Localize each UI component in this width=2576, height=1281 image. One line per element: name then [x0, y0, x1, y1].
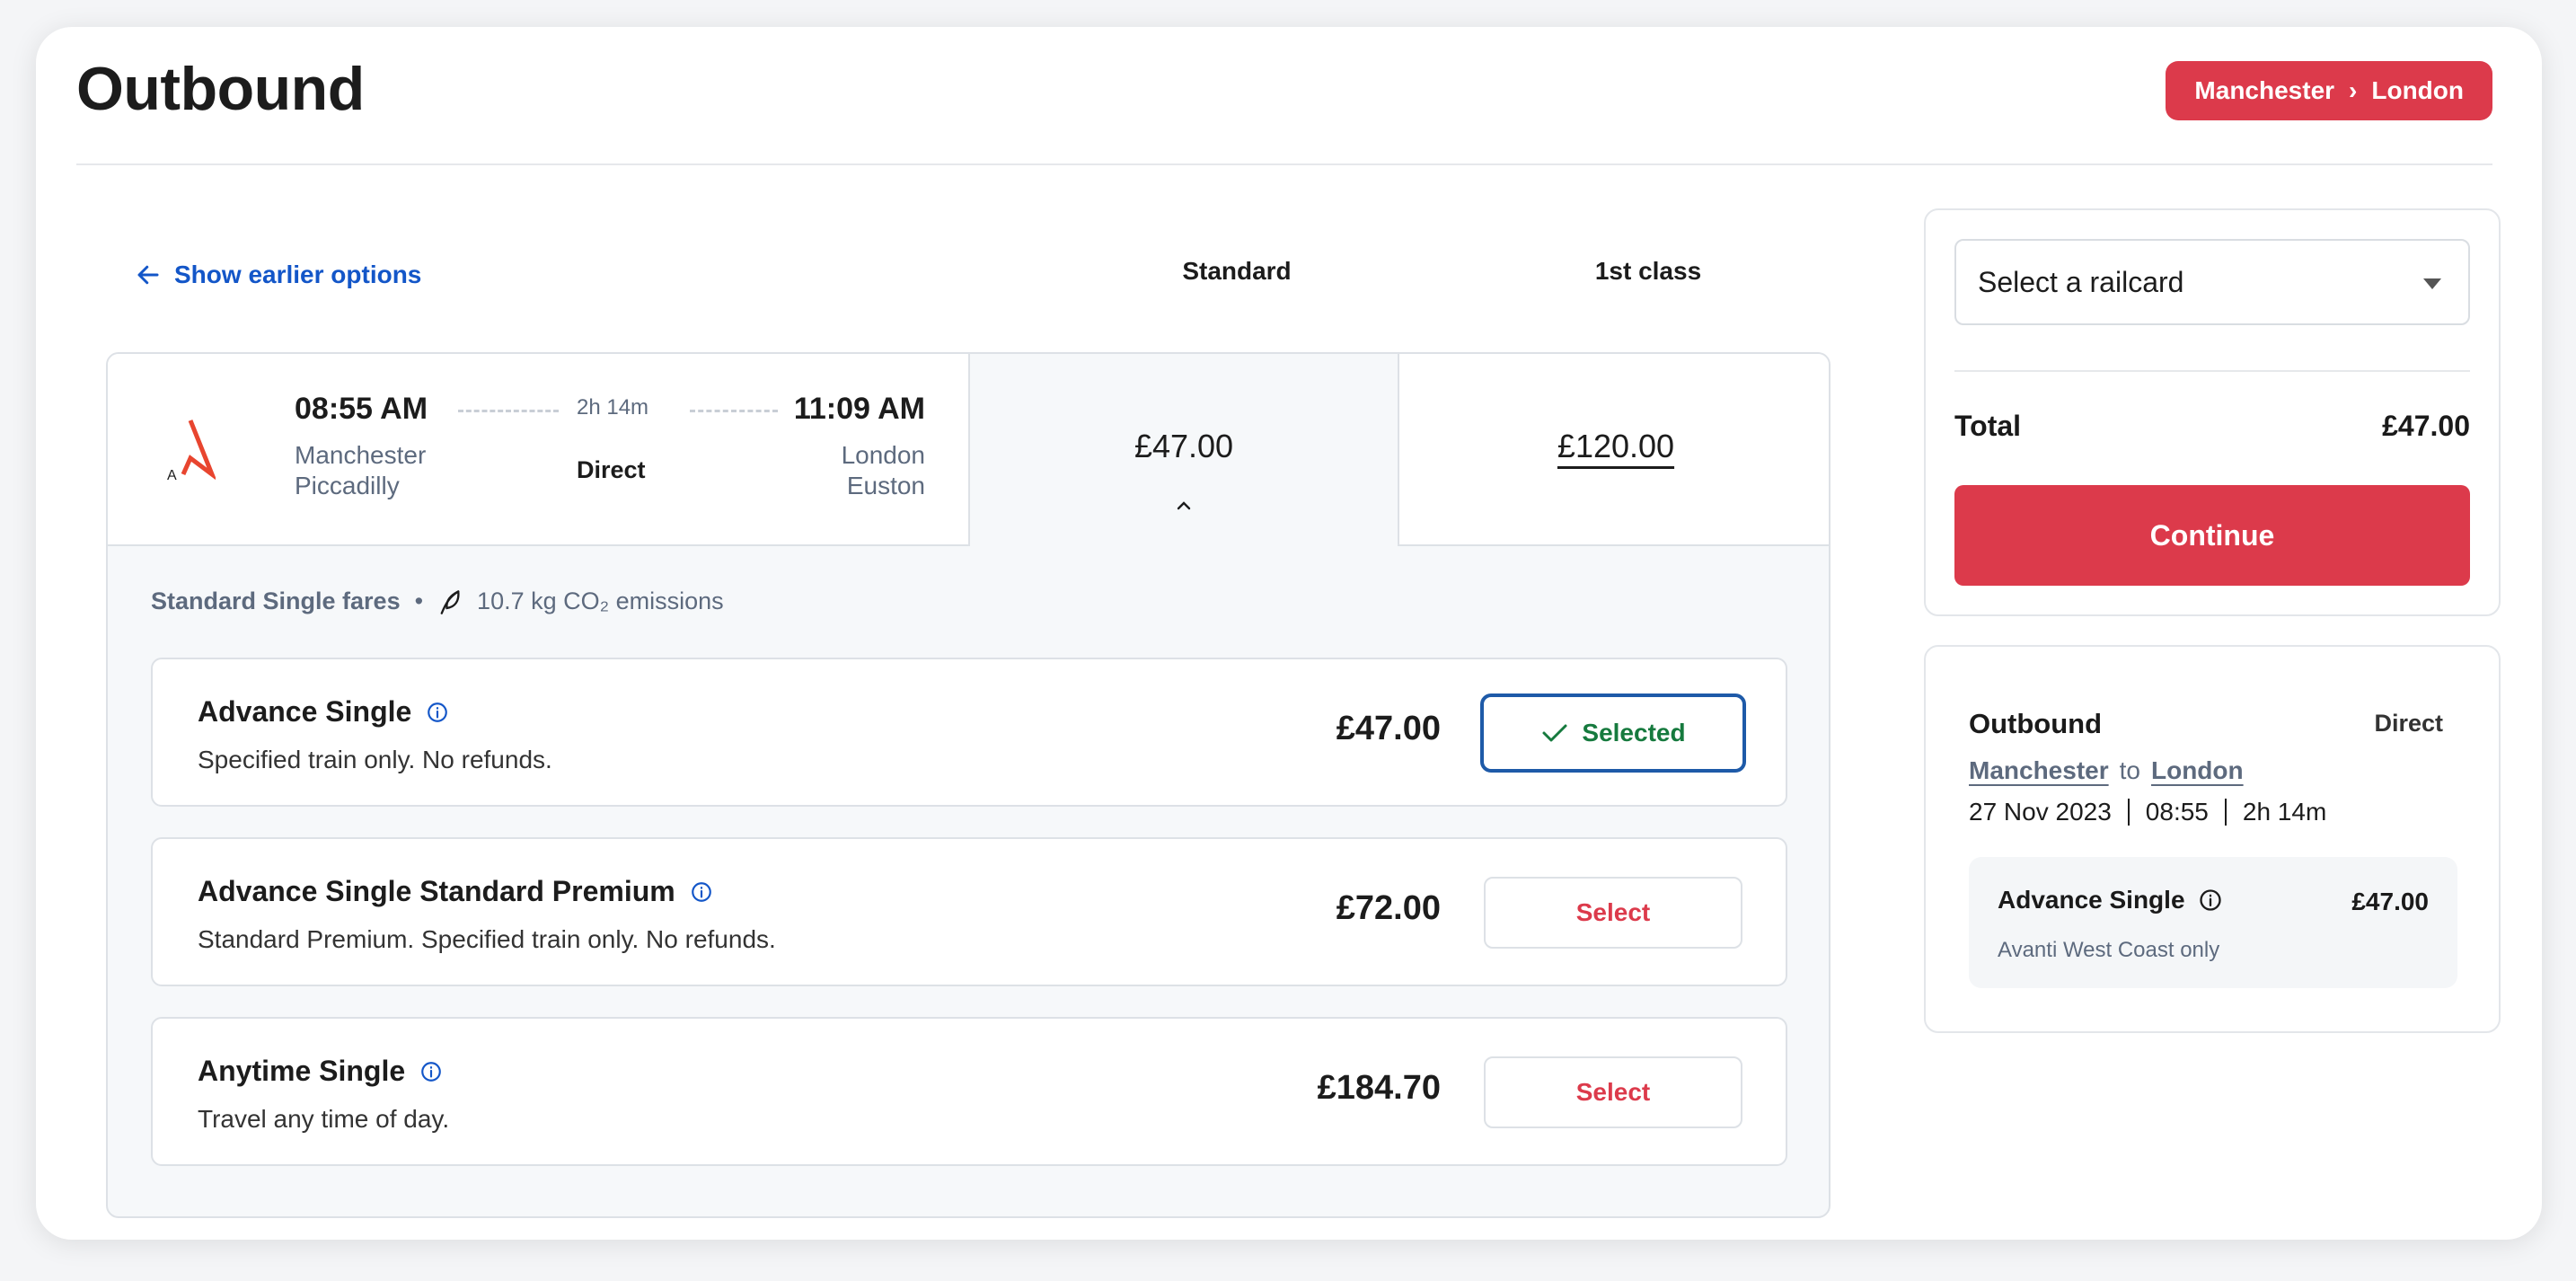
- info-icon[interactable]: [690, 880, 713, 904]
- basket-panel: Select a railcard Total £47.00 Continue: [1924, 208, 2501, 616]
- total-label: Total: [1954, 410, 2022, 442]
- summary-fare-name-label: Advance Single: [1998, 886, 2185, 914]
- first-class-fare-price: £120.00: [1399, 428, 1829, 465]
- summary-title: Outbound: [1969, 708, 2103, 739]
- summary-to-link[interactable]: London: [2151, 756, 2244, 785]
- railcard-select-label: Select a railcard: [1978, 265, 2184, 298]
- fare-description: Specified train only. No refunds.: [198, 746, 552, 773]
- summary-fare-note: Avanti West Coast only: [1998, 938, 2220, 962]
- route-arrow-icon: ›: [2349, 76, 2358, 104]
- page-header: Outbound Manchester › London: [76, 27, 2492, 165]
- summary-from-link[interactable]: Manchester: [1969, 756, 2109, 785]
- journey-line-left: [458, 410, 559, 412]
- fares-header: Standard Single fares • 10.7 kg CO₂ emis…: [151, 587, 724, 615]
- summary-time: 08:55: [2145, 798, 2209, 826]
- route-badge: Manchester › London: [2166, 61, 2492, 120]
- fare-select-button[interactable]: Select: [1484, 877, 1742, 949]
- info-icon[interactable]: [2198, 888, 2223, 913]
- standard-fare-price: £47.00: [1134, 428, 1234, 464]
- fare-name-label: Advance Single: [198, 695, 412, 728]
- journey-line-right: [690, 410, 778, 412]
- arrival-time: 11:09 AM: [793, 392, 925, 426]
- fares-header-bullet: •: [414, 587, 424, 614]
- fare-option-anytime-single: Anytime Single Travel any time of day. £…: [151, 1017, 1787, 1166]
- fare-price: £72.00: [1336, 889, 1441, 927]
- journey-summary-panel: Outbound Direct Manchester to London 27 …: [1924, 645, 2501, 1033]
- fare-description: Standard Premium. Specified train only. …: [198, 925, 776, 953]
- fare-name: Advance Single: [198, 695, 449, 729]
- departure-station: Manchester Piccadilly: [295, 440, 426, 501]
- info-icon[interactable]: [419, 1060, 443, 1083]
- dropdown-caret-icon: [2423, 278, 2441, 289]
- journey-option: A 08:55 AM Manchester Piccadilly 2h 14m …: [106, 352, 1831, 1218]
- show-earlier-options-link[interactable]: Show earlier options: [135, 261, 421, 289]
- railcard-select[interactable]: Select a railcard: [1954, 239, 2470, 325]
- departure-station-line1: Manchester: [295, 441, 427, 469]
- fare-selected-label: Selected: [1582, 719, 1686, 747]
- summary-route: Manchester to London: [1969, 756, 2244, 785]
- leaf-icon: [440, 589, 460, 614]
- journey-row: A 08:55 AM Manchester Piccadilly 2h 14m …: [108, 354, 1829, 546]
- column-header-standard: Standard: [1182, 257, 1292, 285]
- summary-fare-box: Advance Single £47.00 Avanti West Coast …: [1969, 857, 2457, 988]
- first-class-fare-cell[interactable]: £120.00: [1399, 354, 1829, 546]
- summary-date: 27 Nov 2023: [1969, 798, 2112, 826]
- arrow-left-icon: [137, 265, 159, 285]
- first-class-fare-link[interactable]: £120.00: [1557, 428, 1674, 464]
- avanti-logo-icon: A: [167, 420, 216, 481]
- journey-duration: 2h 14m: [577, 395, 649, 420]
- fare-name-label: Anytime Single: [198, 1055, 406, 1087]
- fare-option-advance-single: Advance Single Specified train only. No …: [151, 658, 1787, 807]
- info-icon[interactable]: [426, 701, 449, 724]
- departure-station-line2: Piccadilly: [295, 472, 400, 499]
- arrival-station-line1: London: [841, 441, 925, 469]
- summary-changes: Direct: [2374, 710, 2443, 737]
- summary-separator: [2224, 799, 2227, 826]
- page-title: Outbound: [76, 55, 365, 123]
- fare-name: Advance Single Standard Premium: [198, 875, 713, 908]
- chevron-up-icon[interactable]: [1173, 498, 1195, 514]
- fare-selected-button[interactable]: Selected: [1480, 694, 1746, 773]
- standard-fare-cell[interactable]: £47.00: [970, 354, 1399, 546]
- summary-fare-name: Advance Single: [1998, 886, 2223, 914]
- fare-name-label: Advance Single Standard Premium: [198, 875, 675, 907]
- fares-header-label: Standard Single fares: [151, 587, 401, 614]
- journey-info: A 08:55 AM Manchester Piccadilly 2h 14m …: [108, 354, 970, 546]
- fare-description: Travel any time of day.: [198, 1105, 450, 1133]
- fare-name: Anytime Single: [198, 1055, 443, 1088]
- column-header-first-class: 1st class: [1594, 257, 1702, 285]
- summary-to-word: to: [2119, 756, 2140, 784]
- fare-select-button[interactable]: Select: [1484, 1056, 1742, 1128]
- journey-changes: Direct: [577, 456, 646, 483]
- departure-time: 08:55 AM: [295, 392, 428, 426]
- panel-divider: [1954, 370, 2470, 372]
- fare-price: £47.00: [1336, 710, 1441, 747]
- fare-option-advance-single-standard-premium: Advance Single Standard Premium Standard…: [151, 837, 1787, 986]
- outbound-card: Outbound Manchester › London Show earlie…: [36, 27, 2542, 1240]
- route-to: London: [2371, 76, 2464, 104]
- arrival-station-line2: Euston: [846, 472, 925, 499]
- route-from: Manchester: [2194, 76, 2335, 104]
- total-value: £47.00: [2382, 410, 2470, 442]
- fare-price: £184.70: [1317, 1069, 1441, 1107]
- summary-meta: 27 Nov 2023 08:55 2h 14m: [1969, 798, 2326, 826]
- show-earlier-options-label: Show earlier options: [174, 261, 422, 288]
- operator-logo-letter: A: [167, 468, 177, 481]
- summary-fare-price: £47.00: [2351, 888, 2429, 915]
- arrival-station: London Euston: [842, 440, 925, 501]
- summary-duration: 2h 14m: [2242, 798, 2327, 826]
- continue-button[interactable]: Continue: [1954, 485, 2470, 586]
- check-icon: [1542, 724, 1567, 742]
- emissions-text: 10.7 kg CO₂ emissions: [477, 587, 724, 614]
- summary-separator: [2127, 799, 2130, 826]
